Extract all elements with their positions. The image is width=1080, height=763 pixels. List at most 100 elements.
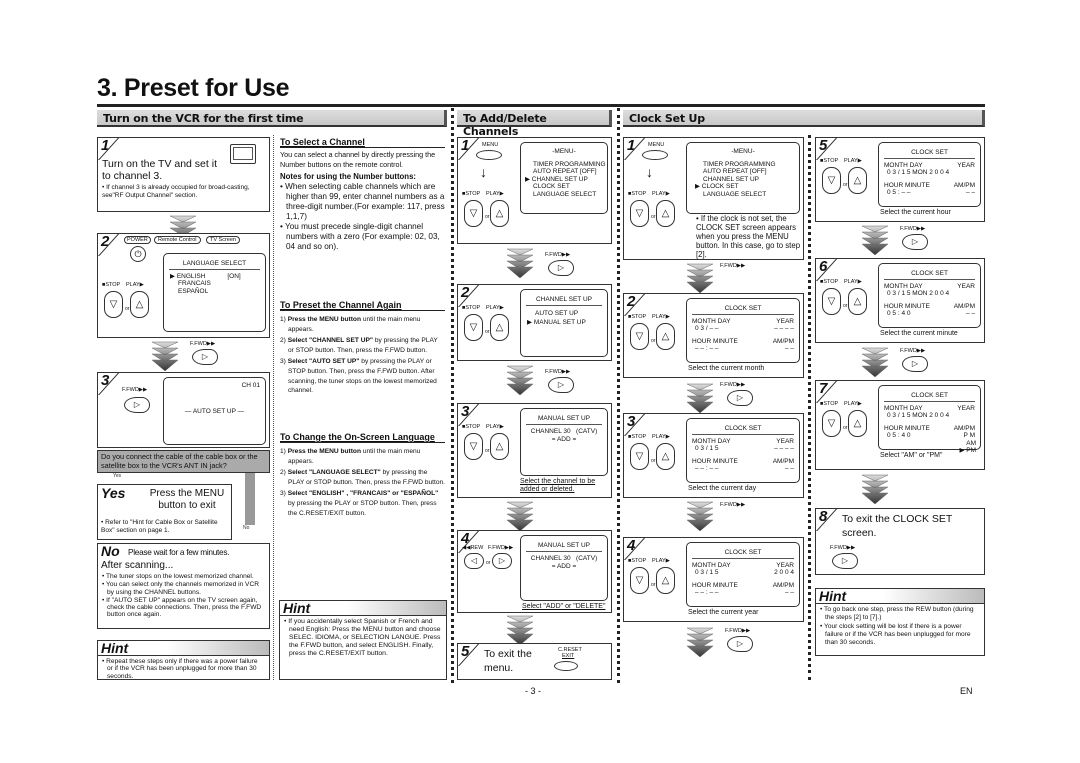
list-item: • If you accidentally select Spanish or … xyxy=(284,618,441,657)
yes-text: Press the MENU button to exit xyxy=(149,488,225,511)
down-arrow-icon xyxy=(506,615,534,646)
stop-button[interactable]: ▽ xyxy=(822,410,841,437)
stop-button[interactable]: ▽ xyxy=(630,323,649,350)
or-label: or xyxy=(651,338,656,344)
add-delete-step-2: 2 ■STOP PLAY▶ ▽ or △ CHANNEL SET UP AUTO… xyxy=(457,284,612,361)
ffwd-label: F.FWD▶▶ xyxy=(720,382,746,388)
date-values: 0 3 / 1 5 MON 2 0 0 4 xyxy=(887,412,950,419)
stop-label: ■STOP xyxy=(462,424,481,430)
tv-screen-clock-set: CLOCK SET MONTH DAY YEAR 0 3 / 1 5– – – –… xyxy=(686,418,800,483)
play-button[interactable]: △ xyxy=(490,200,509,227)
ffwd-button[interactable]: ▷ xyxy=(492,553,512,569)
ffwd-button[interactable]: ▷ xyxy=(832,553,858,569)
creset-exit-button[interactable] xyxy=(554,661,578,671)
step-number: 7 xyxy=(819,381,828,397)
menu-item: LANGUAGE SELECT xyxy=(703,190,767,198)
play-button[interactable]: △ xyxy=(848,167,867,194)
tv-screen-clock-set: CLOCK SET MONTH DAY YEAR 0 3 / 1 5 MON 2 … xyxy=(878,385,981,454)
stop-button[interactable]: ▽ xyxy=(464,200,483,227)
menu-button[interactable] xyxy=(476,150,502,160)
stop-button[interactable]: ▽ xyxy=(822,167,841,194)
list-item: • Your clock setting will be lost if the… xyxy=(820,623,971,646)
list-item: • You must precede single-digit channel … xyxy=(280,222,440,251)
language-option: ESPAÑOL xyxy=(178,287,209,295)
list-item: • To go back one step, press the REW but… xyxy=(820,606,974,621)
or-label: or xyxy=(485,214,490,220)
play-label: PLAY▶ xyxy=(652,314,670,320)
ffwd-button[interactable]: ▷ xyxy=(124,397,150,413)
down-arrow-icon xyxy=(686,263,714,294)
stop-label: ■STOP xyxy=(628,191,647,197)
step-text: Turn on the TV and set it to channel 3. xyxy=(102,158,217,182)
play-button[interactable]: △ xyxy=(490,433,509,460)
page-number: - 3 - xyxy=(525,686,542,696)
or-label: or xyxy=(843,182,848,188)
play-label: PLAY▶ xyxy=(844,401,862,407)
hint-box: Hint • If you accidentally select Spanis… xyxy=(279,600,447,680)
step-number: 3 xyxy=(627,414,636,430)
power-button[interactable]: ⏻ xyxy=(130,246,146,262)
step-caption: Select "ADD" or "DELETE" xyxy=(522,603,606,610)
screen-title: LANGUAGE SELECT xyxy=(169,260,260,270)
play-button[interactable]: △ xyxy=(656,323,675,350)
add-delete-step-4: 4 ◀◀REW F.FWD▶▶ ◁ or ▷ MANUAL SET UP CHA… xyxy=(457,530,612,613)
step-number: 3 xyxy=(461,404,470,420)
add-state: = ADD = xyxy=(551,436,577,443)
down-arrow-icon xyxy=(506,248,534,279)
ffwd-button[interactable]: ▷ xyxy=(727,390,753,406)
step-caption: Select the current day xyxy=(688,485,757,492)
hint-heading: Hint xyxy=(816,589,984,604)
stop-button[interactable]: ▽ xyxy=(630,443,649,470)
step-caption: Select the current month xyxy=(688,365,765,372)
menu-list: TIMER PROGRAMMING AUTO REPEAT [OFF] ▶ CHAN… xyxy=(521,161,607,199)
step-caption: Select the current hour xyxy=(880,209,951,216)
list-item: • You can select only the channels memor… xyxy=(102,581,259,596)
clock-step-5: 5 ■STOP PLAY▶ ▽ or △ CLOCK SET MONTH DAY… xyxy=(815,137,985,222)
column-divider xyxy=(273,135,274,680)
ffwd-button[interactable]: ▷ xyxy=(727,636,753,652)
hint-box: Hint • Repeat these steps only if there … xyxy=(97,640,270,680)
stop-label: ■STOP xyxy=(628,558,647,564)
menu-item-selected: ▶ CHANNEL SET UP xyxy=(525,175,588,183)
change-language-heading: To Change the On-Screen Language xyxy=(280,432,445,443)
ffwd-button[interactable]: ▷ xyxy=(902,356,928,372)
play-button[interactable]: △ xyxy=(130,291,149,318)
clock-step-1: 1 MENU ↓ ■STOP PLAY▶ ▽ or △ -MENU- TIMER… xyxy=(623,137,804,260)
date-labels: MONTH DAY YEAR xyxy=(884,404,975,412)
menu-item: CLOCK SET xyxy=(533,183,570,190)
stop-button[interactable]: ▽ xyxy=(630,567,649,594)
menu-button[interactable] xyxy=(642,150,668,160)
stop-button[interactable]: ▽ xyxy=(464,314,483,341)
stop-button[interactable]: ▽ xyxy=(464,433,483,460)
stop-button[interactable]: ▽ xyxy=(822,288,841,315)
section-header-turn-on: Turn on the VCR for the first time xyxy=(97,110,447,127)
ffwd-button[interactable]: ▷ xyxy=(548,377,574,393)
ffwd-label: F.FWD▶▶ xyxy=(720,263,746,269)
play-button[interactable]: △ xyxy=(656,567,675,594)
ffwd-button[interactable]: ▷ xyxy=(192,349,218,365)
play-button[interactable]: △ xyxy=(490,314,509,341)
down-arrow-icon xyxy=(151,341,179,372)
play-button[interactable]: △ xyxy=(848,288,867,315)
ffwd-button[interactable]: ▷ xyxy=(902,234,928,250)
rew-button[interactable]: ◁ xyxy=(464,553,484,569)
stop-label: ■STOP xyxy=(462,305,481,311)
preset-again-block: To Preset the Channel Again 1) Press the… xyxy=(280,300,445,398)
add-delete-step-3: 3 ■STOP PLAY▶ ▽ or △ MANUAL SET UP CHANN… xyxy=(457,403,612,498)
play-button[interactable]: △ xyxy=(848,410,867,437)
clock-note: • If the clock is not set, the CLOCK SET… xyxy=(696,214,801,259)
tv-screen-clock-set: CLOCK SET MONTH DAY YEAR 0 3 / 1 5 MON 2 … xyxy=(878,142,981,207)
clock-step-6: 6 ■STOP PLAY▶ ▽ or △ CLOCK SET MONTH DAY… xyxy=(815,258,985,343)
play-label: PLAY▶ xyxy=(652,191,670,197)
list-item: 3) Select "ENGLISH" , "FRANCAIS" or "ESP… xyxy=(280,490,439,517)
time-values: – – : – – – – xyxy=(695,589,794,596)
ffwd-label: F.FWD▶▶ xyxy=(900,348,926,354)
rew-label: ◀◀REW xyxy=(462,545,484,551)
ffwd-button[interactable]: ▷ xyxy=(548,260,574,276)
stop-button[interactable]: ▽ xyxy=(104,291,123,318)
channel-row: CHANNEL 30 (CATV) xyxy=(530,554,598,562)
section-header-add-delete: To Add/Delete Channels xyxy=(457,110,612,138)
stop-button[interactable]: ▽ xyxy=(630,200,649,227)
play-button[interactable]: △ xyxy=(656,200,675,227)
play-button[interactable]: △ xyxy=(656,443,675,470)
